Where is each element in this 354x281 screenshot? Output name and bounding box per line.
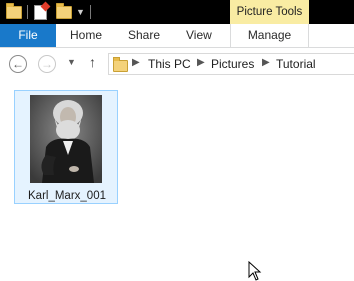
- picture-tools-context-label: Picture Tools: [230, 0, 309, 24]
- tab-share[interactable]: Share: [128, 24, 160, 47]
- tab-home[interactable]: Home: [70, 24, 102, 47]
- up-button[interactable]: ↑: [89, 54, 96, 70]
- image-thumbnail: [30, 95, 102, 183]
- properties-icon[interactable]: [34, 4, 47, 20]
- new-folder-icon[interactable]: [56, 2, 72, 19]
- breadcrumb-this-pc[interactable]: This PC: [148, 57, 191, 71]
- arrow-up-icon: ↑: [89, 54, 96, 70]
- forward-button[interactable]: →: [38, 55, 56, 73]
- toolbar-divider: [27, 5, 28, 19]
- back-button[interactable]: ←: [9, 55, 27, 73]
- ribbon-tabs: File Home Share View Manage: [0, 24, 354, 48]
- chevron-right-icon[interactable]: ▶: [132, 57, 140, 68]
- tab-view[interactable]: View: [186, 24, 212, 47]
- recent-locations-chevron-icon[interactable]: ▼: [67, 57, 76, 67]
- quick-access-toolbar: ▼: [0, 0, 91, 24]
- arrow-right-icon: →: [41, 57, 53, 71]
- chevron-right-icon[interactable]: ▶: [197, 57, 205, 68]
- customize-toolbar-chevron-icon[interactable]: ▼: [76, 7, 85, 17]
- chevron-right-icon[interactable]: ▶: [262, 57, 270, 68]
- mouse-cursor-icon: [248, 261, 262, 281]
- file-list[interactable]: Karl_Marx_001: [0, 82, 354, 280]
- address-bar[interactable]: ▶ This PC ▶ Pictures ▶ Tutorial: [108, 53, 354, 75]
- folder-icon: [113, 57, 128, 72]
- arrow-left-icon: ←: [12, 57, 24, 71]
- breadcrumb-tutorial[interactable]: Tutorial: [276, 57, 316, 71]
- file-tab[interactable]: File: [0, 24, 56, 47]
- navigation-bar: ← → ▼ ↑ ▶ This PC ▶ Pictures ▶ Tutorial: [0, 48, 354, 82]
- breadcrumb-pictures[interactable]: Pictures: [211, 57, 254, 71]
- file-item[interactable]: Karl_Marx_001: [14, 90, 118, 204]
- toolbar-divider: [89, 5, 91, 19]
- file-name-label: Karl_Marx_001: [28, 190, 106, 202]
- tab-manage[interactable]: Manage: [230, 24, 309, 47]
- title-bar: ▼ Picture Tools: [0, 0, 354, 24]
- folder-icon[interactable]: [6, 2, 22, 19]
